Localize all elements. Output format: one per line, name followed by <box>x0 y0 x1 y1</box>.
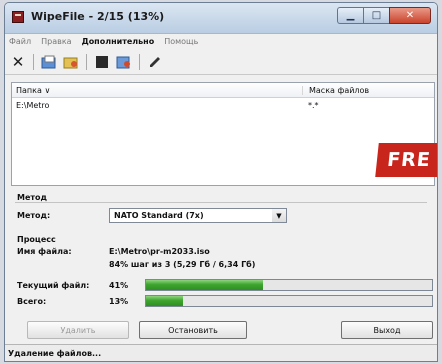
stop-icon[interactable] <box>93 53 111 71</box>
maximize-icon: □ <box>371 10 382 21</box>
total-percent: 13% <box>109 297 129 306</box>
delete-button[interactable]: Удалить <box>27 321 129 339</box>
toolbar-separator <box>139 54 140 70</box>
app-window: WipeFile - 2/15 (13%) ▁ □ ✕ Файл Правка … <box>4 2 438 362</box>
total-progress <box>145 295 433 307</box>
options-icon[interactable] <box>115 53 133 71</box>
title-bar[interactable]: WipeFile - 2/15 (13%) ▁ □ ✕ <box>5 3 437 34</box>
minimize-icon: ▁ <box>346 10 355 21</box>
close-button[interactable]: ✕ <box>389 7 431 24</box>
total-progress-fill <box>146 296 184 306</box>
toolbar-separator <box>86 54 87 70</box>
minimize-button[interactable]: ▁ <box>337 7 363 24</box>
window-title: WipeFile - 2/15 (13%) <box>31 10 165 23</box>
remove-icon[interactable]: ✕ <box>9 53 27 71</box>
status-text: Удаление файлов... <box>8 348 102 358</box>
app-icon <box>12 11 24 23</box>
method-select[interactable]: NATO Standard (7x) ▼ <box>109 208 287 223</box>
column-folder[interactable]: Папка ∨ <box>12 86 302 95</box>
file-mask: *.* <box>308 100 319 110</box>
current-file-progress <box>145 279 433 291</box>
method-label: Метод: <box>17 211 51 220</box>
method-select-value: NATO Standard (7x) <box>114 211 204 220</box>
menu-bar: Файл Правка Дополнительно Помощь <box>5 34 437 48</box>
maximize-button[interactable]: □ <box>363 7 389 24</box>
method-section-label: Метод <box>17 193 47 202</box>
promo-banner: FRE <box>375 143 437 177</box>
divider <box>15 202 427 203</box>
sort-down-icon: ∨ <box>44 85 51 95</box>
list-header: Папка ∨ Маска файлов <box>12 83 434 98</box>
add-folder-icon[interactable] <box>40 53 58 71</box>
exit-button[interactable]: Выход <box>341 321 433 339</box>
edit-icon[interactable] <box>146 53 164 71</box>
list-item[interactable]: E:\Metro *.* <box>12 98 434 112</box>
folder-settings-icon[interactable] <box>62 53 80 71</box>
current-file-progress-fill <box>146 280 264 290</box>
toolbar-separator <box>33 54 34 70</box>
window-controls: ▁ □ ✕ <box>337 7 431 24</box>
filename-label: Имя файла: <box>17 247 72 256</box>
folder-path: E:\Metro <box>16 100 50 110</box>
status-bar: Удаление файлов... <box>5 344 437 361</box>
total-label: Всего: <box>17 297 47 306</box>
current-file-percent: 41% <box>109 281 129 290</box>
folder-list[interactable]: Папка ∨ Маска файлов E:\Metro *.* <box>11 82 435 186</box>
column-folder-label: Папка <box>16 85 42 95</box>
menu-advanced[interactable]: Дополнительно <box>82 37 155 46</box>
stop-button[interactable]: Остановить <box>139 321 247 339</box>
column-mask[interactable]: Маска файлов <box>302 85 434 95</box>
step-progress-text: 84% шаг из 3 (5,29 Гб / 6,34 Гб) <box>109 260 256 269</box>
close-icon: ✕ <box>405 10 415 21</box>
toolbar: ✕ <box>5 50 437 75</box>
menu-file[interactable]: Файл <box>9 37 31 46</box>
filename-value: E:\Metro\pr-m2033.iso <box>109 247 210 256</box>
process-section-label: Процесс <box>17 235 56 244</box>
chevron-down-icon[interactable]: ▼ <box>272 209 286 222</box>
menu-help[interactable]: Помощь <box>164 37 198 46</box>
menu-edit[interactable]: Правка <box>41 37 71 46</box>
current-file-label: Текущий файл: <box>17 281 90 290</box>
